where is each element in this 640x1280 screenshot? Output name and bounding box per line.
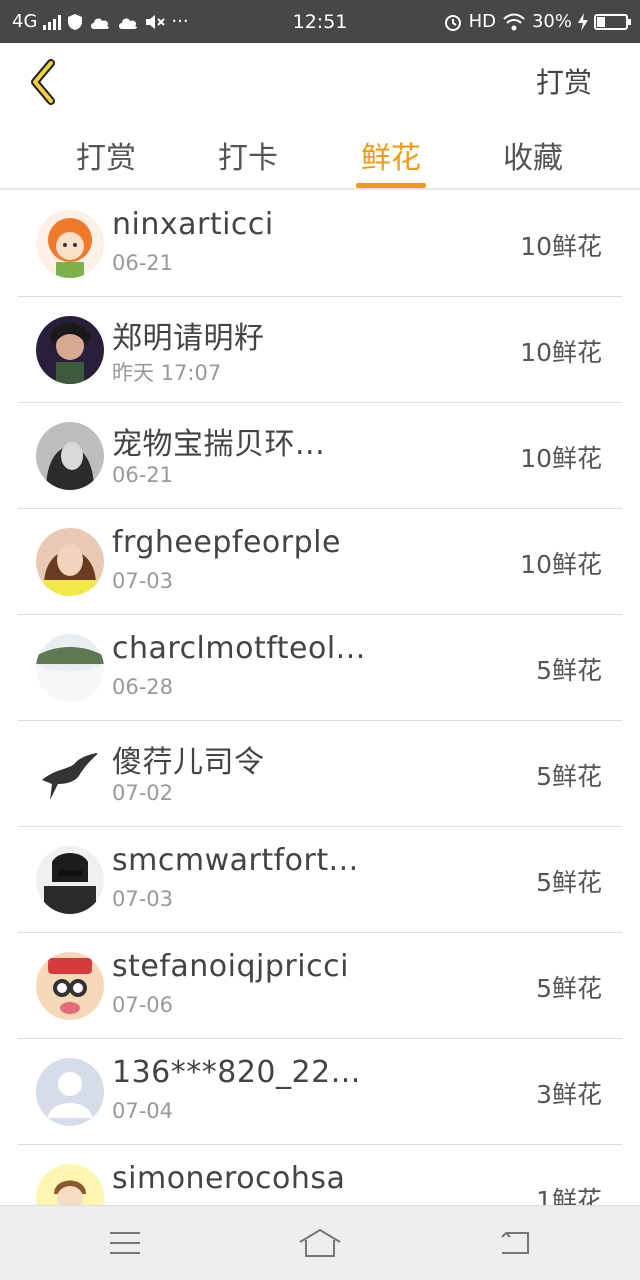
status-bar: 4G ··· 12:51 HD 30%	[0, 0, 640, 43]
user-name: 宠物宝揣贝环...	[112, 427, 326, 462]
wifi-icon	[503, 13, 525, 30]
system-nav-bar	[0, 1205, 640, 1280]
cloud-icon	[91, 18, 110, 29]
network-label: 4G	[12, 11, 38, 32]
menu-icon	[110, 1232, 140, 1254]
list-item[interactable]: stefanoiqjpricci 07-06 5鲜花	[18, 933, 622, 1039]
avatar[interactable]	[36, 1058, 104, 1126]
user-name: stefanoiqjpricci	[112, 949, 349, 984]
alarm-icon	[444, 14, 461, 31]
flower-count: 1鲜花	[536, 1186, 602, 1205]
status-right: HD 30%	[443, 11, 631, 32]
user-name: ninxarticci	[112, 207, 274, 242]
timestamp: 07-04	[112, 1099, 174, 1123]
timestamp: 07-06	[112, 993, 174, 1017]
header: 打赏	[0, 43, 640, 121]
avatar[interactable]	[36, 316, 104, 384]
avatar[interactable]	[36, 528, 104, 596]
tab-bar: 打赏 打卡 鲜花 收藏	[0, 121, 640, 190]
battery-icon	[594, 13, 631, 30]
list-item[interactable]: smcmwartfort... 07-03 5鲜花	[18, 827, 622, 933]
tab-label: 收藏	[503, 141, 563, 176]
flower-count: 3鲜花	[536, 1080, 602, 1109]
active-tab-indicator	[356, 183, 426, 188]
timestamp: 07-02	[112, 781, 174, 805]
timestamp: 07-03	[112, 569, 174, 593]
timestamp: 06-21	[112, 463, 174, 487]
flower-count: 5鲜花	[536, 974, 602, 1003]
list-item[interactable]: ninxarticci 06-21 10鲜花	[18, 191, 622, 297]
menu-button[interactable]	[95, 1220, 155, 1266]
avatar[interactable]	[36, 846, 104, 914]
list-item[interactable]: 136***820_22... 07-04 3鲜花	[18, 1039, 622, 1145]
list-item[interactable]: 郑明请明籽 昨天 17:07 10鲜花	[18, 297, 622, 403]
avatar[interactable]	[36, 740, 104, 808]
charging-icon	[578, 12, 588, 31]
timestamp: 07-03	[112, 887, 174, 911]
list-item[interactable]: simonerocohsa 1鲜花	[18, 1145, 622, 1205]
tab-label: 打赏	[76, 141, 136, 176]
user-name: charclmotfteol...	[112, 631, 366, 666]
timestamp: 06-21	[112, 251, 174, 275]
flower-count: 10鲜花	[520, 444, 602, 473]
user-name: 郑明请明籽	[112, 321, 265, 356]
timestamp: 昨天 17:07	[112, 361, 222, 385]
user-name: frgheepfeorple	[112, 525, 341, 560]
avatar[interactable]	[36, 422, 104, 490]
flower-list[interactable]: ninxarticci 06-21 10鲜花 郑明请明籽 昨天 17:07 10…	[18, 191, 622, 1205]
return-icon	[501, 1232, 529, 1254]
reward-button[interactable]: 打赏	[536, 61, 592, 101]
signal-icon	[43, 14, 62, 30]
home-button[interactable]	[290, 1220, 350, 1266]
user-name: 136***820_22...	[112, 1055, 361, 1090]
home-icon	[299, 1228, 341, 1257]
list-item[interactable]: charclmotfteol... 06-28 5鲜花	[18, 615, 622, 721]
tab-flowers[interactable]: 鲜花	[341, 133, 441, 188]
user-name: 傻荇儿司令	[112, 745, 265, 780]
flower-count: 5鲜花	[536, 868, 602, 897]
avatar[interactable]	[36, 210, 104, 278]
flower-count: 5鲜花	[536, 762, 602, 791]
list-item[interactable]: frgheepfeorple 07-03 10鲜花	[18, 509, 622, 615]
list-item[interactable]: 傻荇儿司令 07-02 5鲜花	[18, 721, 622, 827]
tab-label: 鲜花	[361, 141, 421, 176]
user-name: simonerocohsa	[112, 1161, 346, 1196]
tab-checkin[interactable]: 打卡	[198, 133, 298, 188]
avatar[interactable]	[36, 952, 104, 1020]
flower-count: 10鲜花	[520, 338, 602, 367]
hd-label: HD	[468, 11, 496, 32]
mute-icon	[146, 14, 166, 29]
return-button[interactable]	[485, 1220, 545, 1266]
timestamp: 06-28	[112, 675, 174, 699]
shield-icon	[68, 13, 83, 30]
back-button[interactable]	[22, 55, 62, 109]
tab-reward[interactable]: 打赏	[56, 133, 156, 188]
status-left: 4G ···	[12, 11, 189, 32]
flower-count: 10鲜花	[520, 232, 602, 261]
cloud-icon	[119, 18, 138, 29]
tab-label: 打卡	[218, 141, 278, 176]
flower-count: 10鲜花	[520, 550, 602, 579]
flower-count: 5鲜花	[536, 656, 602, 685]
chevron-left-icon	[31, 59, 55, 105]
list-item[interactable]: 宠物宝揣贝环... 06-21 10鲜花	[18, 403, 622, 509]
battery-percent: 30%	[531, 11, 572, 32]
more-icon: ···	[171, 11, 189, 32]
user-name: smcmwartfort...	[112, 843, 359, 878]
tab-favorites[interactable]: 收藏	[483, 133, 583, 188]
avatar[interactable]	[36, 634, 104, 702]
avatar[interactable]	[36, 1164, 104, 1205]
